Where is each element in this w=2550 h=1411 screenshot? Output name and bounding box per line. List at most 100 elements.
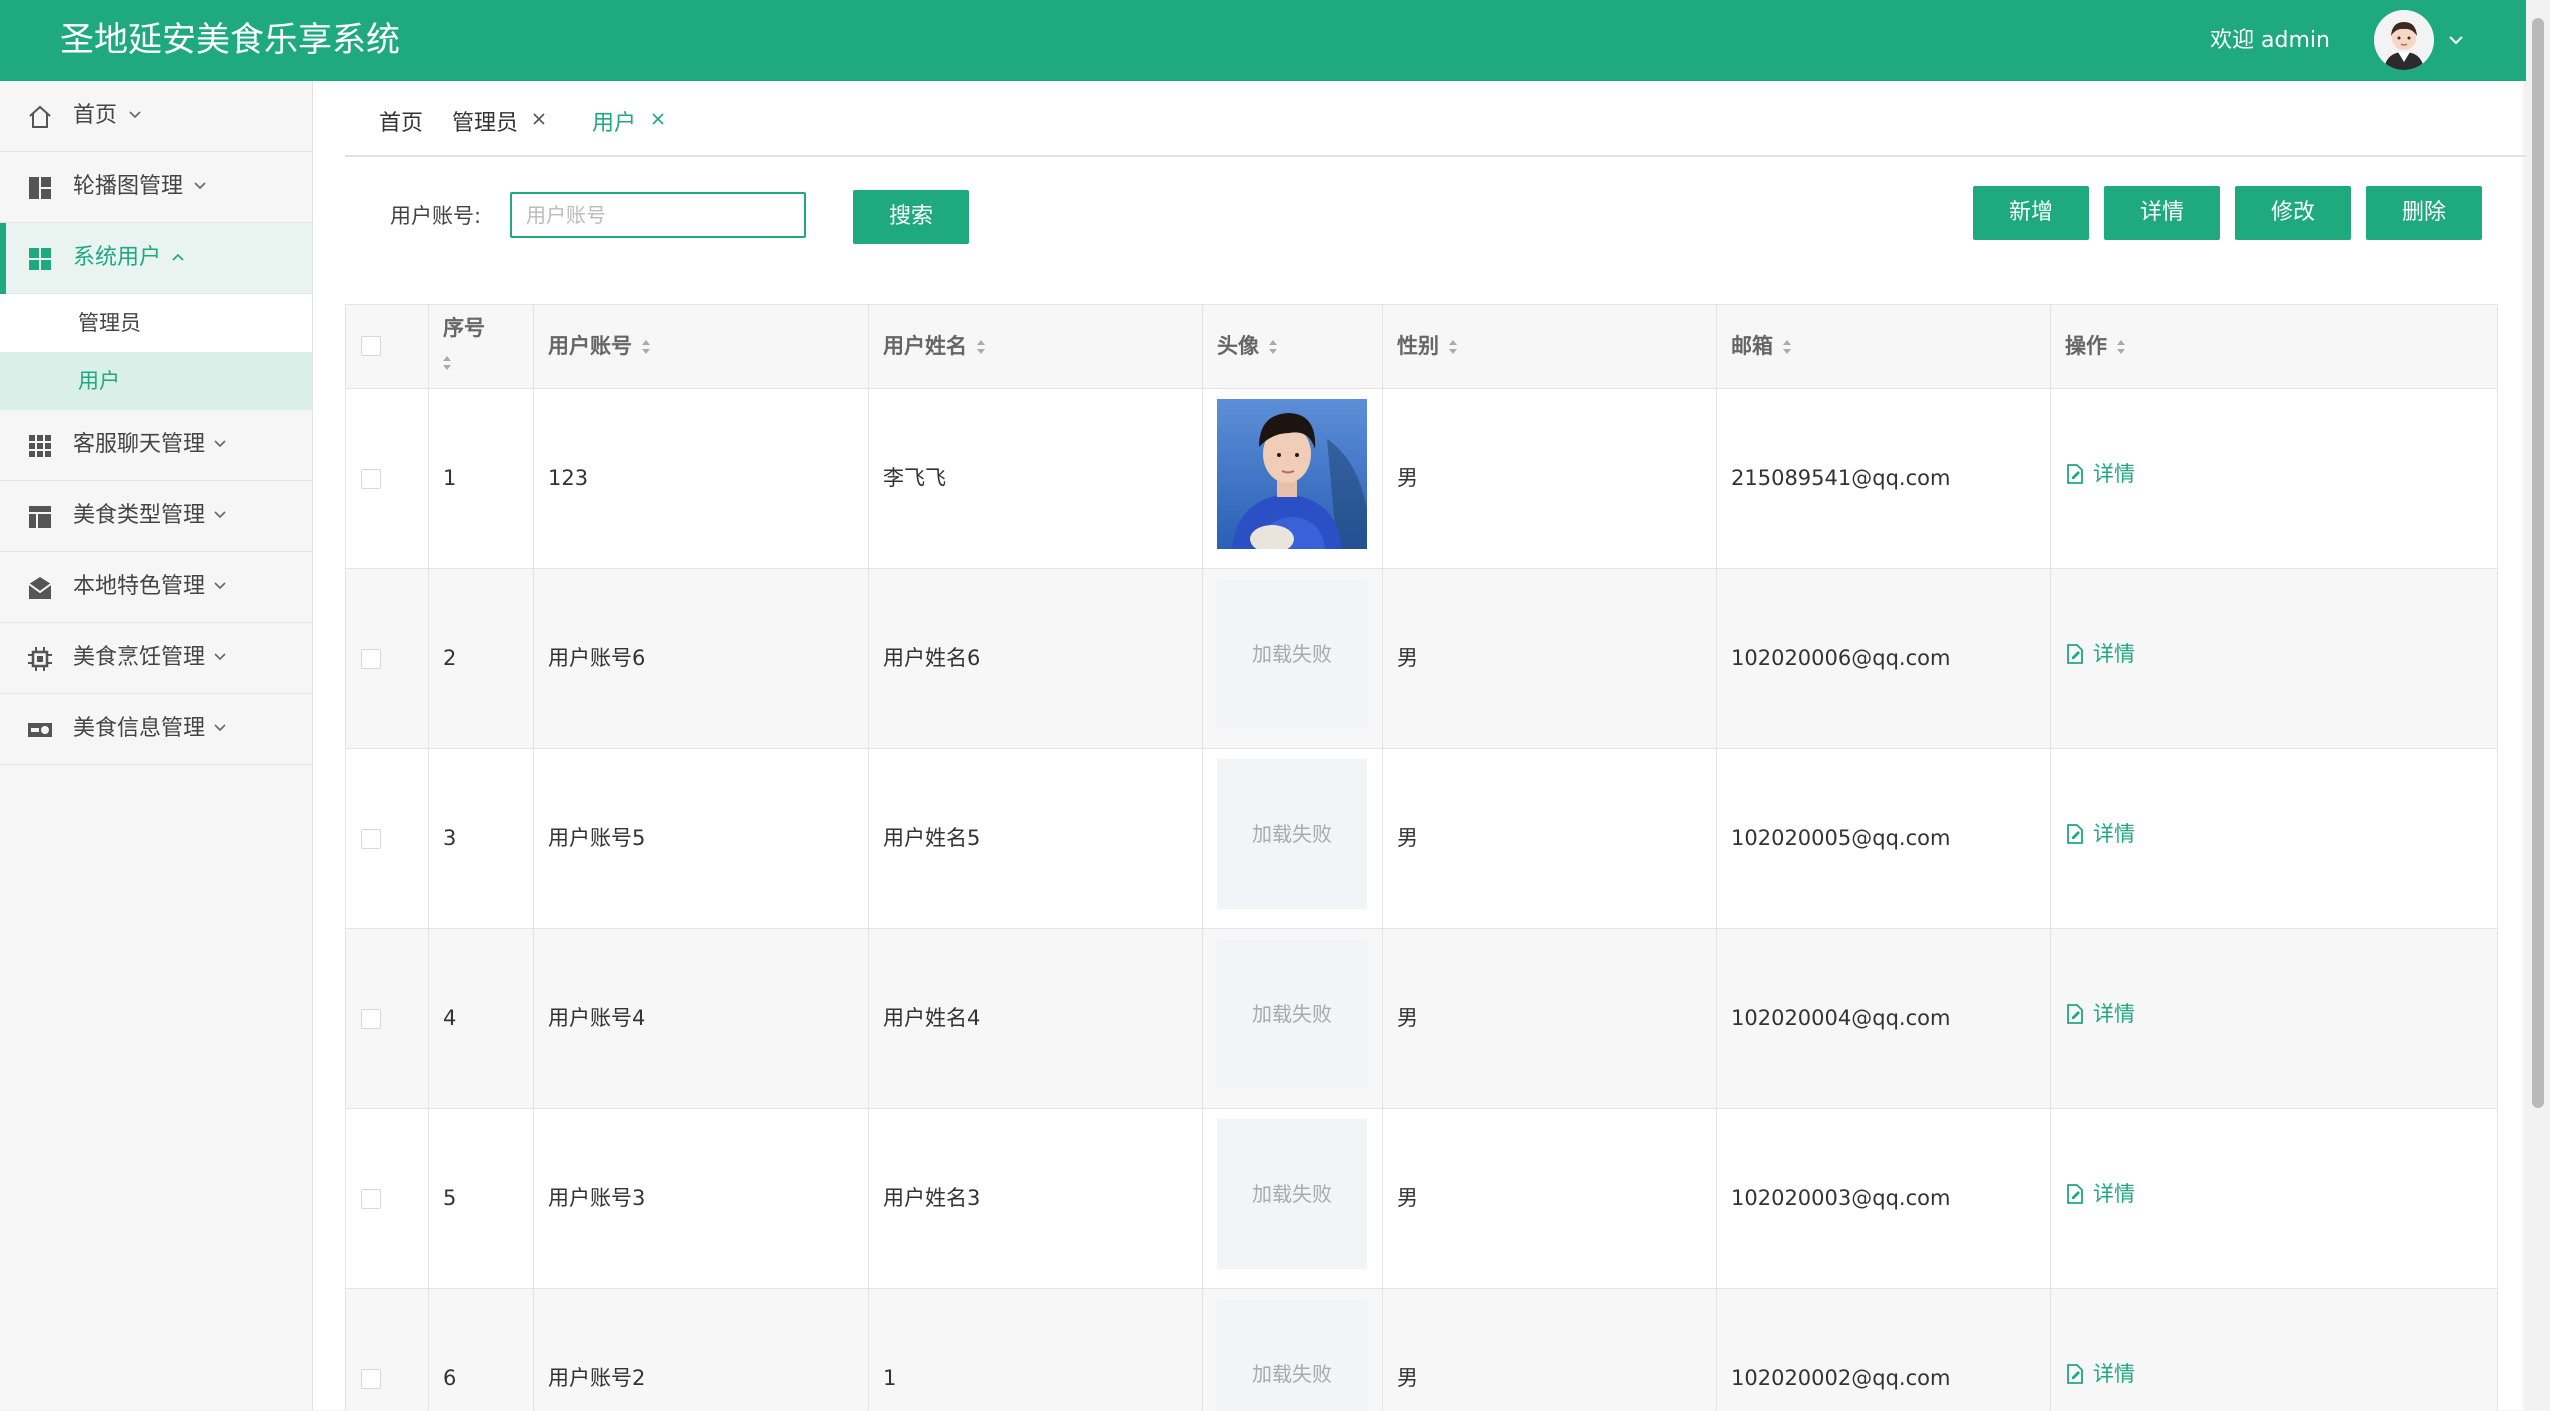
- sidebar-item-label: 美食信息管理: [73, 716, 206, 741]
- edit-document-icon: [2067, 644, 2083, 664]
- sidebar-subitem-admin[interactable]: 管理员: [0, 294, 312, 352]
- sidebar-item-food-info[interactable]: 美食信息管理: [0, 694, 312, 765]
- sort-icon[interactable]: [1267, 337, 1279, 357]
- tab-users[interactable]: 用户: [592, 109, 636, 139]
- sidebar-item-label: 本地特色管理: [73, 574, 206, 599]
- cell-gender: 男: [1397, 646, 1418, 670]
- sidebar-item-food-types[interactable]: 美食类型管理: [0, 481, 312, 552]
- cell-email: 215089541@qq.com: [1731, 466, 1951, 490]
- table-header-index[interactable]: 序号: [429, 305, 534, 389]
- row-checkbox[interactable]: [361, 1369, 381, 1389]
- table-header-avatar[interactable]: 头像: [1203, 305, 1383, 389]
- avatar-placeholder[interactable]: 加载失败: [1217, 1299, 1367, 1411]
- sort-icon[interactable]: [975, 337, 987, 357]
- column-header-label: 邮箱: [1731, 334, 1773, 358]
- sidebar-subitem-label: 管理员: [78, 311, 141, 335]
- table-row[interactable]: 3 用户账号5 用户姓名5 加载失败 男 102020005@qq.com 详情: [346, 749, 2498, 929]
- chevron-down-icon[interactable]: [2446, 30, 2466, 50]
- select-all-checkbox[interactable]: [361, 336, 381, 356]
- cell-name: 1: [883, 1366, 897, 1390]
- table-header-name[interactable]: 用户姓名: [869, 305, 1203, 389]
- chevron-up-icon: [172, 253, 184, 261]
- user-avatar[interactable]: [2374, 10, 2434, 70]
- detail-link-label: 详情: [2093, 1362, 2135, 1386]
- table-header-select: [346, 305, 429, 389]
- column-header-label: 用户账号: [548, 334, 632, 358]
- table-row[interactable]: 4 用户账号4 用户姓名4 加载失败 男 102020004@qq.com 详情: [346, 929, 2498, 1109]
- row-detail-link[interactable]: 详情: [2065, 999, 2135, 1029]
- page-scrollbar[interactable]: [2526, 0, 2550, 1410]
- cell-account: 用户账号2: [548, 1366, 646, 1390]
- cell-gender: 男: [1397, 466, 1418, 490]
- table-row[interactable]: 5 用户账号3 用户姓名3 加载失败 男 102020003@qq.com 详情: [346, 1109, 2498, 1289]
- sidebar-item-label: 系统用户: [73, 245, 162, 270]
- table-header-actions[interactable]: 操作: [2051, 305, 2498, 389]
- cell-email: 102020002@qq.com: [1731, 1366, 1951, 1390]
- avatar-placeholder[interactable]: 加载失败: [1217, 1119, 1367, 1269]
- cell-account: 用户账号3: [548, 1186, 646, 1210]
- sort-icon[interactable]: [2115, 337, 2127, 357]
- sidebar-item-home[interactable]: 首页: [0, 81, 312, 152]
- cell-account: 用户账号4: [548, 1006, 646, 1030]
- row-checkbox[interactable]: [361, 1189, 381, 1209]
- row-detail-link[interactable]: 详情: [2065, 1359, 2135, 1389]
- sidebar-item-system-users[interactable]: 系统用户: [0, 223, 312, 294]
- sort-icon[interactable]: [1781, 337, 1793, 357]
- sort-icon[interactable]: [1447, 337, 1459, 357]
- sidebar-subitem-users[interactable]: 用户: [0, 352, 312, 410]
- row-checkbox[interactable]: [361, 1009, 381, 1029]
- tab-admin[interactable]: 管理员: [452, 109, 518, 139]
- row-detail-link[interactable]: 详情: [2065, 639, 2135, 669]
- chevron-down-icon: [214, 511, 226, 519]
- sidebar-item-label: 轮播图管理: [73, 174, 184, 199]
- delete-button[interactable]: 删除: [2366, 186, 2482, 240]
- table-row[interactable]: 2 用户账号6 用户姓名6 加载失败 男 102020006@qq.com 详情: [346, 569, 2498, 749]
- add-button[interactable]: 新增: [1973, 186, 2089, 240]
- cell-index: 1: [443, 466, 457, 490]
- sort-icon[interactable]: [441, 353, 453, 373]
- row-detail-link[interactable]: 详情: [2065, 459, 2135, 489]
- avatar-placeholder[interactable]: 加载失败: [1217, 759, 1367, 909]
- home-icon: [29, 105, 51, 128]
- sidebar-item-chat[interactable]: 客服聊天管理: [0, 410, 312, 481]
- sidebar-item-local-specialties[interactable]: 本地特色管理: [0, 552, 312, 623]
- avatar-placeholder[interactable]: 加载失败: [1217, 579, 1367, 729]
- table-header-gender[interactable]: 性别: [1383, 305, 1717, 389]
- close-icon[interactable]: [531, 111, 547, 127]
- sort-icon[interactable]: [640, 337, 652, 357]
- search-input[interactable]: [510, 192, 806, 238]
- cell-email: 102020006@qq.com: [1731, 646, 1951, 670]
- row-checkbox[interactable]: [361, 829, 381, 849]
- avatar-photo[interactable]: [1217, 399, 1367, 553]
- column-header-label: 序号: [443, 316, 485, 340]
- edit-document-icon: [2067, 1184, 2083, 1204]
- close-icon[interactable]: [650, 111, 666, 127]
- row-checkbox[interactable]: [361, 469, 381, 489]
- chevron-down-icon: [214, 724, 226, 732]
- scrollbar-thumb[interactable]: [2532, 18, 2544, 1108]
- table-header-email[interactable]: 邮箱: [1717, 305, 2051, 389]
- column-header-label: 操作: [2065, 334, 2107, 358]
- cell-account: 用户账号5: [548, 826, 646, 850]
- table-icon: [29, 506, 51, 528]
- row-detail-link[interactable]: 详情: [2065, 819, 2135, 849]
- sidebar-item-cooking[interactable]: 美食烹饪管理: [0, 623, 312, 694]
- cell-gender: 男: [1397, 1186, 1418, 1210]
- sidebar-item-label: 美食烹饪管理: [73, 645, 206, 670]
- row-checkbox[interactable]: [361, 649, 381, 669]
- sidebar-item-label: 客服聊天管理: [73, 432, 206, 457]
- sidebar-item-carousel[interactable]: 轮播图管理: [0, 152, 312, 223]
- detail-button[interactable]: 详情: [2104, 186, 2220, 240]
- table-header-account[interactable]: 用户账号: [534, 305, 869, 389]
- column-header-label: 性别: [1397, 334, 1439, 358]
- table-row[interactable]: 1 123 李飞飞 男 215089541@qq.com 详情: [346, 389, 2498, 569]
- cell-email: 102020005@qq.com: [1731, 826, 1951, 850]
- cell-gender: 男: [1397, 826, 1418, 850]
- row-detail-link[interactable]: 详情: [2065, 1179, 2135, 1209]
- cell-index: 5: [443, 1186, 457, 1210]
- search-button[interactable]: 搜索: [853, 190, 969, 244]
- tab-home[interactable]: 首页: [379, 109, 423, 139]
- avatar-placeholder[interactable]: 加载失败: [1217, 939, 1367, 1089]
- edit-button[interactable]: 修改: [2235, 186, 2351, 240]
- table-row[interactable]: 6 用户账号2 1 加载失败 男 102020002@qq.com 详情: [346, 1289, 2498, 1411]
